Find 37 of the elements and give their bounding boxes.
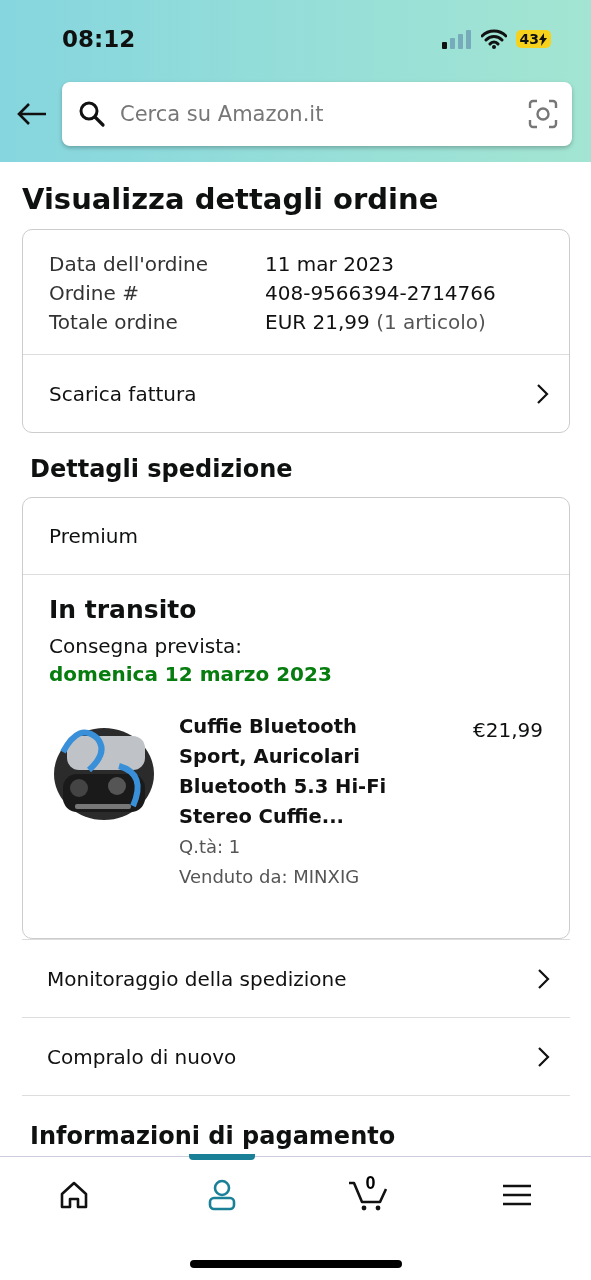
field-label: Totale ordine	[49, 310, 179, 334]
quantity: Q.tà: 1	[179, 835, 242, 859]
field-value: EUR 21,99 (1 articolo)	[265, 310, 487, 334]
chevron-icon	[535, 382, 549, 405]
back-arrow-icon[interactable]	[16, 102, 48, 126]
camera-scan-icon[interactable]	[528, 99, 558, 129]
battery-indicator: 43	[515, 30, 551, 48]
chevron-icon	[536, 967, 550, 990]
menu-icon	[503, 1184, 532, 1206]
chevron-icon	[536, 1045, 550, 1068]
person-icon	[207, 1179, 236, 1211]
invoice-link[interactable]: Scarica fattura	[23, 354, 569, 432]
product-title[interactable]: Cuffie Bluetooth Sport, Auricolari Bluetooth 5.3 Hi-Fi Stereo Cuffie...	[179, 712, 399, 832]
status-time: 08:12	[62, 26, 137, 52]
action-row[interactable]: Monitoraggio della spedizione	[22, 939, 570, 1018]
price: €21,99	[473, 718, 543, 744]
shipping-service: Premium	[23, 498, 569, 575]
section-heading: Dettagli spedizione	[30, 455, 294, 483]
tab-button[interactable]: 0	[295, 1157, 444, 1233]
section-heading: Informazioni di pagamento	[30, 1122, 397, 1150]
action-row[interactable]: Compralo di nuovo	[22, 1018, 570, 1096]
page-title: Visualizza dettagli ordine	[22, 182, 440, 216]
seller: Venduto da: MINXIG	[179, 865, 361, 889]
delivery-label: Consegna prevista:	[49, 634, 244, 658]
search-bar[interactable]: Cerca su Amazon.it	[62, 82, 572, 146]
search-icon	[78, 100, 106, 128]
shipment-status: In transito	[49, 595, 198, 624]
delivery-date: domenica 12 marzo 2023	[49, 662, 333, 686]
cart-count: 0	[365, 1173, 376, 1194]
field-label: Data dell'ordine	[49, 252, 210, 276]
field-label: Ordine #	[49, 281, 140, 305]
wifi-icon	[480, 29, 507, 49]
home-icon	[58, 1181, 89, 1209]
search-field[interactable]: Cerca su Amazon.it	[118, 101, 516, 127]
field-value: 408-9566394-2714766	[265, 281, 497, 305]
field-value: 11 mar 2023	[265, 252, 396, 276]
signal-icon	[441, 29, 472, 49]
